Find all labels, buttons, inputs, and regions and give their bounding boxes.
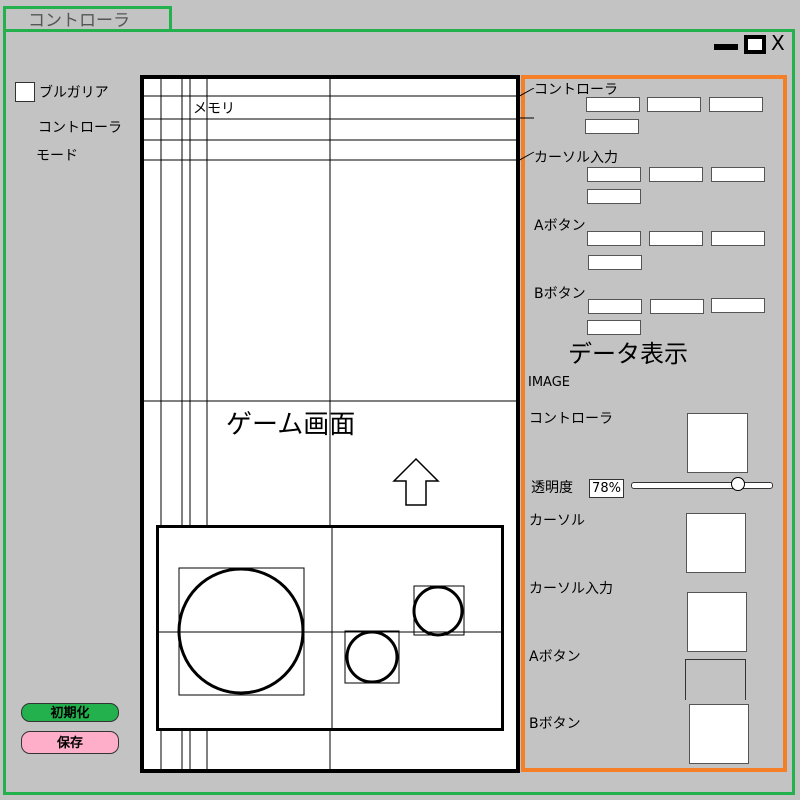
panel-b-button-label: Bボタン [534, 286, 586, 302]
img-cursor-preview[interactable] [686, 513, 746, 573]
panel-a-button-label: Aボタン [534, 218, 586, 234]
panel-cursor-input-label: カーソル入力 [534, 150, 618, 166]
save-button[interactable]: 保存 [21, 731, 119, 754]
img-b-button-preview[interactable] [689, 704, 749, 764]
a-button-circle-icon [345, 630, 399, 684]
b-button-field-1[interactable] [588, 299, 642, 314]
b-button-field-4[interactable] [587, 320, 641, 335]
cursor-input-field-3[interactable] [711, 167, 765, 182]
img-controller-label: コントローラ [529, 411, 613, 427]
img-a-button-preview[interactable] [685, 659, 746, 700]
b-button-field-2[interactable] [650, 299, 704, 314]
game-screen[interactable]: メモリ ゲーム画面 [140, 75, 520, 773]
img-cursor-label: カーソル [529, 513, 585, 529]
controller-overlay-graphics [159, 528, 501, 728]
window-tab[interactable]: コントローラ [3, 6, 172, 31]
img-a-button-label: Aボタン [529, 649, 581, 665]
opacity-slider-track[interactable] [631, 482, 773, 489]
b-button-circle-icon [412, 585, 464, 637]
joystick-circle-icon [177, 567, 305, 695]
up-arrow-icon [392, 457, 440, 506]
img-cursor-input-preview[interactable] [687, 592, 747, 652]
b-button-field-3[interactable] [711, 298, 765, 313]
close-icon[interactable]: X [771, 31, 785, 55]
cursor-input-field-1[interactable] [587, 167, 641, 182]
controller-mode-label: コントローラ [38, 120, 122, 136]
panel-controller-label: コントローラ [534, 82, 618, 98]
mode-label: モード [36, 148, 78, 164]
memory-label: メモリ [193, 101, 235, 117]
img-b-button-label: Bボタン [529, 716, 581, 732]
minimize-icon[interactable] [714, 44, 738, 50]
controller-field-2[interactable] [647, 97, 701, 112]
game-screen-label: ゲーム画面 [226, 410, 356, 440]
opacity-slider-thumb[interactable] [730, 477, 745, 491]
bulgaria-checkbox-label: ブルガリア [39, 85, 109, 101]
maximize-icon[interactable] [744, 35, 766, 54]
img-controller-preview[interactable] [687, 413, 748, 473]
controller-field-1[interactable] [586, 97, 640, 112]
cursor-input-field-4[interactable] [587, 189, 641, 204]
cursor-input-field-2[interactable] [649, 167, 703, 182]
image-section-label: IMAGE [528, 375, 571, 390]
a-button-field-1[interactable] [587, 231, 641, 246]
a-button-field-4[interactable] [588, 255, 642, 270]
reset-button[interactable]: 初期化 [21, 703, 119, 722]
controller-field-4[interactable] [585, 119, 639, 134]
opacity-value[interactable]: 78% [589, 479, 624, 498]
controller-overlay[interactable] [156, 525, 504, 731]
data-display-title: データ表示 [568, 340, 688, 368]
bulgaria-checkbox[interactable] [15, 82, 35, 102]
opacity-label: 透明度 [531, 480, 573, 496]
img-cursor-input-label: カーソル入力 [529, 581, 613, 597]
controller-field-3[interactable] [709, 97, 763, 112]
a-button-field-3[interactable] [711, 231, 765, 246]
a-button-field-2[interactable] [649, 231, 703, 246]
